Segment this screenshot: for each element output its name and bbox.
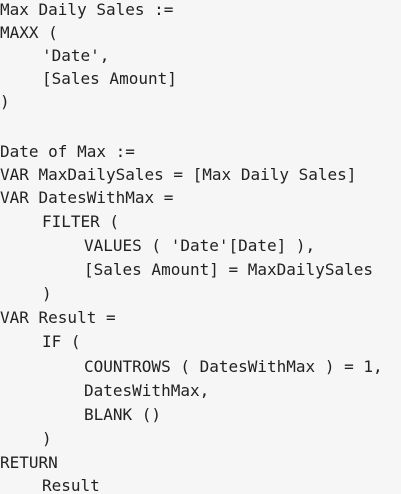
code-line-var-dateswithmax: VAR DatesWithMax = <box>0 188 174 207</box>
code-line-filter-close: ) <box>42 284 52 303</box>
code-line-if-close: ) <box>42 429 52 448</box>
code-line-if-open: IF ( <box>42 332 81 351</box>
code-line-date-table-arg: 'Date', <box>42 46 110 65</box>
code-line-filter-condition: [Sales Amount] = MaxDailySales <box>84 260 373 279</box>
code-line-countrows-condition: COUNTROWS ( DatesWithMax ) = 1, <box>84 357 383 376</box>
code-line-return: RETURN <box>0 453 58 472</box>
code-line-values-arg: VALUES ( 'Date'[Date] ), <box>84 236 316 255</box>
code-line-maxx-open: MAXX ( <box>0 23 58 42</box>
code-line-measure-def-2: Date of Max := <box>0 142 135 161</box>
code-block: Max Daily Sales := MAXX ( 'Date', [Sales… <box>0 0 401 494</box>
code-line-filter-open: FILTER ( <box>42 212 120 231</box>
code-line-measure-def-1: Max Daily Sales := <box>0 0 174 19</box>
code-line-var-maxdailysales: VAR MaxDailySales = [Max Daily Sales] <box>0 165 357 184</box>
code-line-var-result: VAR Result = <box>0 308 116 327</box>
code-line-if-else: BLANK () <box>84 405 162 424</box>
code-line-if-then: DatesWithMax, <box>84 381 210 400</box>
code-line-maxx-close: ) <box>0 92 10 111</box>
code-line-return-value: Result <box>42 476 100 494</box>
code-line-sales-amount-arg: [Sales Amount] <box>42 69 177 88</box>
